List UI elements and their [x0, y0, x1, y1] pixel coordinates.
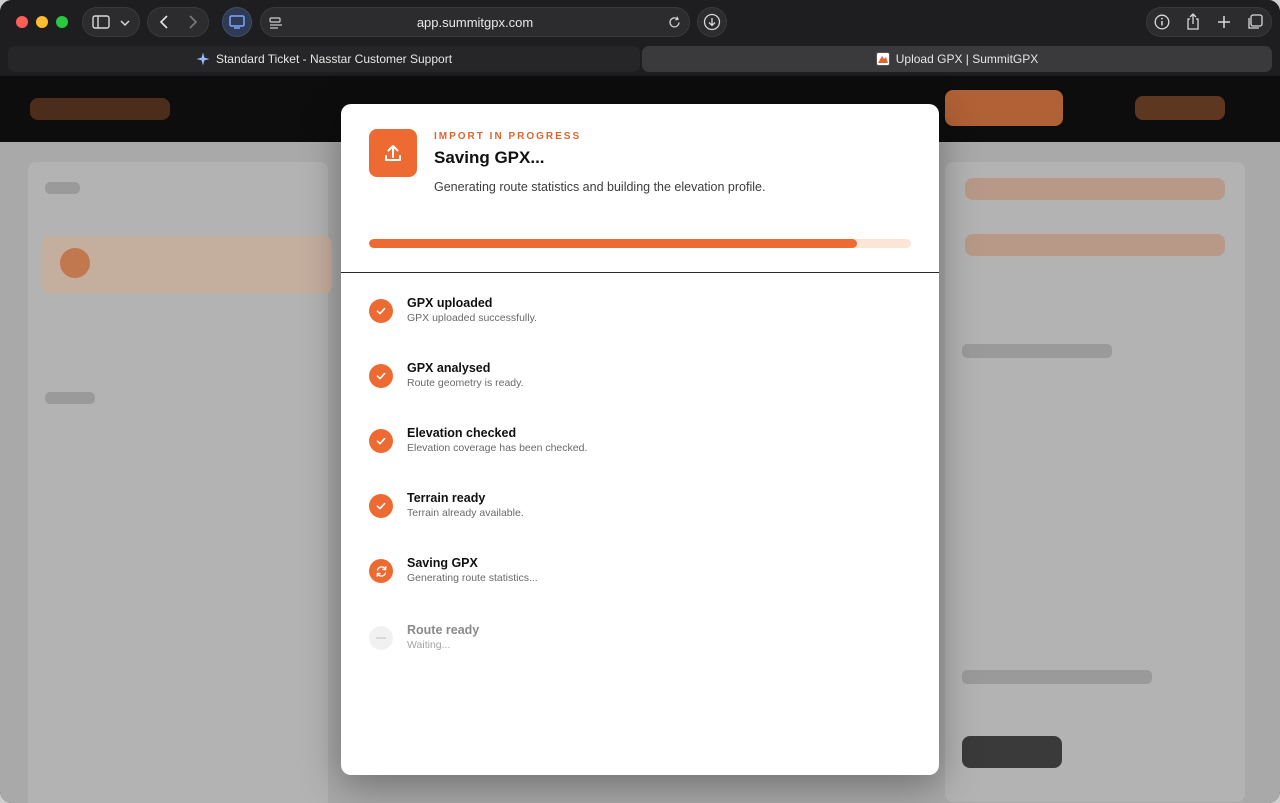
import-progress-bar — [369, 239, 911, 248]
tab-nasstar-ticket[interactable]: Standard Ticket - Nasstar Customer Suppo… — [8, 46, 640, 72]
right-panel-heading — [962, 344, 1112, 358]
right-panel-field — [965, 178, 1225, 200]
browser-window: app.summitgpx.com Standard Ticket - Nass… — [0, 0, 1280, 803]
upload-icon — [385, 145, 401, 161]
new-tab-plus-icon[interactable] — [1217, 15, 1231, 29]
info-icon[interactable] — [1154, 14, 1170, 30]
left-panel-heading — [45, 182, 80, 194]
step-title: Saving GPX — [407, 556, 478, 570]
share-icon[interactable] — [1186, 13, 1200, 31]
sidebar-toggle-group[interactable] — [82, 7, 140, 37]
modal-title: Saving GPX... — [434, 148, 545, 167]
tab-label: Standard Ticket - Nasstar Customer Suppo… — [215, 52, 453, 66]
right-panel-heading — [962, 670, 1152, 684]
header-primary-button — [945, 90, 1063, 126]
step-detail: Generating route statistics... — [407, 572, 538, 584]
dash-icon — [369, 626, 393, 650]
downloads-button[interactable] — [697, 7, 727, 37]
modal-eyebrow: IMPORT IN PROGRESS — [434, 131, 582, 142]
step-detail: Terrain already available. — [407, 507, 524, 519]
step-detail: Route geometry is ready. — [407, 377, 524, 389]
close-window-button[interactable] — [16, 16, 28, 28]
step-detail: GPX uploaded successfully. — [407, 312, 537, 324]
step-title: Route ready — [407, 623, 480, 637]
tab-upload-gpx[interactable]: Upload GPX | SummitGPX — [642, 46, 1272, 72]
summitgpx-favicon-icon — [875, 52, 890, 66]
page-settings-icon[interactable] — [269, 17, 283, 29]
step-title: Elevation checked — [407, 426, 517, 440]
zoom-window-button[interactable] — [56, 16, 68, 28]
modal-divider — [341, 272, 939, 273]
user-menu — [1135, 96, 1225, 120]
step-detail: Elevation coverage has been checked. — [407, 442, 588, 454]
check-icon — [369, 494, 393, 518]
check-icon — [369, 299, 393, 323]
import-step: Saving GPX Generating route statistics... — [369, 556, 909, 596]
address-bar[interactable]: app.summitgpx.com — [260, 7, 690, 37]
toolbar-actions-group — [1146, 7, 1272, 37]
right-panel — [945, 162, 1245, 802]
minimize-window-button[interactable] — [36, 16, 48, 28]
tab-overview-icon[interactable] — [1247, 14, 1263, 30]
check-icon — [369, 364, 393, 388]
step-title: GPX analysed — [407, 361, 491, 375]
back-arrow-icon[interactable] — [159, 15, 169, 29]
refresh-icon — [369, 559, 393, 583]
import-step: Route ready Waiting... — [369, 623, 909, 663]
right-panel-button — [962, 736, 1062, 768]
import-progress-fill — [369, 239, 857, 248]
forward-arrow-icon[interactable] — [188, 15, 198, 29]
screen-share-button[interactable] — [222, 7, 252, 37]
url-text: app.summitgpx.com — [416, 14, 534, 30]
browser-toolbar: app.summitgpx.com — [0, 0, 1280, 44]
tab-label: Upload GPX | SummitGPX — [895, 52, 1039, 66]
modal-subtitle: Generating route statistics and building… — [434, 180, 766, 194]
import-step: Elevation checked Elevation coverage has … — [369, 426, 909, 466]
step-title: Terrain ready — [407, 491, 486, 505]
tab-bar: Standard Ticket - Nasstar Customer Suppo… — [0, 44, 1280, 74]
left-panel-card-icon — [60, 248, 90, 278]
monitor-icon — [229, 15, 245, 29]
step-detail: Waiting... — [407, 639, 451, 651]
check-icon — [369, 429, 393, 453]
import-step: GPX uploaded GPX uploaded successfully. — [369, 296, 909, 336]
upload-badge — [369, 129, 417, 177]
navigation-group — [147, 7, 209, 37]
import-step: Terrain ready Terrain already available. — [369, 491, 909, 531]
import-step: GPX analysed Route geometry is ready. — [369, 361, 909, 401]
reload-icon[interactable] — [668, 16, 681, 29]
sparkle-icon — [196, 52, 210, 66]
chevron-down-icon[interactable] — [120, 19, 130, 27]
download-icon — [703, 13, 721, 31]
app-logo — [30, 98, 170, 120]
import-progress-modal: IMPORT IN PROGRESS Saving GPX... Generat… — [341, 104, 939, 775]
right-panel-field — [965, 234, 1225, 256]
step-title: GPX uploaded — [407, 296, 493, 310]
left-panel-section-heading — [45, 392, 95, 404]
sidebar-icon — [92, 15, 110, 29]
